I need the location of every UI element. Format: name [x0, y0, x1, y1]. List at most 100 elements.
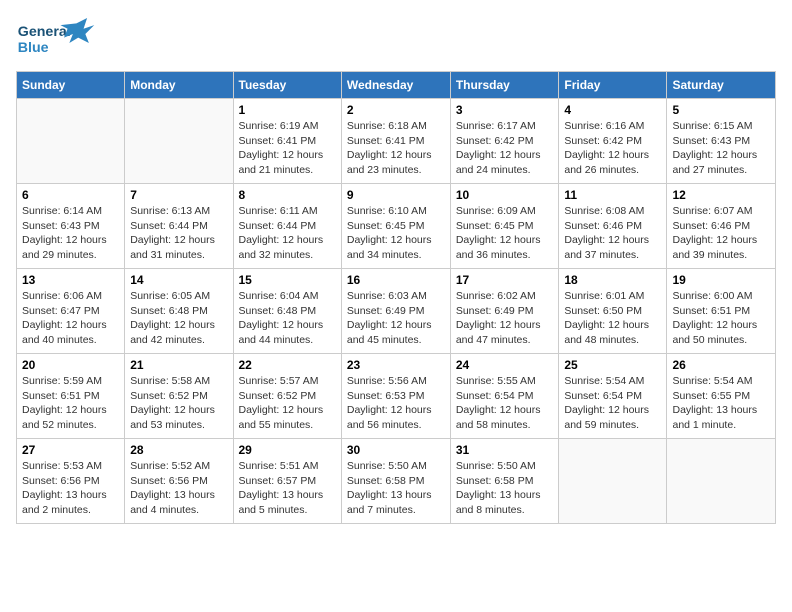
calendar-cell: 18 Sunrise: 6:01 AM Sunset: 6:50 PM Dayli…: [559, 269, 667, 354]
calendar-cell: 6Sunrise: 6:14 AM Sunset: 6:43 PM Daylig…: [17, 184, 125, 269]
day-number: 30: [347, 443, 445, 457]
day-info: Sunrise: 5:56 AM Sunset: 6:53 PM Dayligh…: [347, 374, 445, 433]
calendar-cell: 8Sunrise: 6:11 AM Sunset: 6:44 PM Daylig…: [233, 184, 341, 269]
day-number: 4: [564, 103, 661, 117]
day-number: 9: [347, 188, 445, 202]
day-info: Sunrise: 5:54 AM Sunset: 6:54 PM Dayligh…: [564, 374, 661, 433]
day-info: Sunrise: 5:59 AM Sunset: 6:51 PM Dayligh…: [22, 374, 119, 433]
day-number: 29: [239, 443, 336, 457]
day-info: Sunrise: 6:00 AM Sunset: 6:51 PM Dayligh…: [672, 289, 770, 348]
day-info: Sunrise: 6:07 AM Sunset: 6:46 PM Dayligh…: [672, 204, 770, 263]
calendar-cell: 26 Sunrise: 5:54 AM Sunset: 6:55 PM Dayli…: [667, 354, 776, 439]
calendar-header-row: SundayMondayTuesdayWednesdayThursdayFrid…: [17, 72, 776, 99]
day-number: 11: [564, 188, 661, 202]
day-number: 17: [456, 273, 554, 287]
calendar-cell: [17, 99, 125, 184]
day-info: Sunrise: 5:58 AM Sunset: 6:52 PM Dayligh…: [130, 374, 227, 433]
calendar-cell: 3 Sunrise: 6:17 AM Sunset: 6:42 PM Daylig…: [450, 99, 559, 184]
week-row-1: 1 Sunrise: 6:19 AM Sunset: 6:41 PM Daylig…: [17, 99, 776, 184]
svg-text:Blue: Blue: [18, 40, 49, 56]
calendar-cell: 11 Sunrise: 6:08 AM Sunset: 6:46 PM Dayli…: [559, 184, 667, 269]
day-number: 20: [22, 358, 119, 372]
day-info: Sunrise: 6:06 AM Sunset: 6:47 PM Dayligh…: [22, 289, 119, 348]
calendar-cell: 23 Sunrise: 5:56 AM Sunset: 6:53 PM Dayli…: [341, 354, 450, 439]
day-number: 28: [130, 443, 227, 457]
day-number: 31: [456, 443, 554, 457]
day-info: Sunrise: 6:13 AM Sunset: 6:44 PM Dayligh…: [130, 204, 227, 263]
day-number: 27: [22, 443, 119, 457]
logo: General Blue: [16, 16, 96, 61]
day-info: Sunrise: 5:53 AM Sunset: 6:56 PM Dayligh…: [22, 459, 119, 518]
day-info: Sunrise: 6:14 AM Sunset: 6:43 PM Dayligh…: [22, 204, 119, 263]
calendar-cell: [667, 439, 776, 524]
calendar-cell: [559, 439, 667, 524]
day-number: 25: [564, 358, 661, 372]
calendar-cell: 28 Sunrise: 5:52 AM Sunset: 6:56 PM Dayli…: [125, 439, 233, 524]
calendar-cell: 4Sunrise: 6:16 AM Sunset: 6:42 PM Daylig…: [559, 99, 667, 184]
day-info: Sunrise: 5:52 AM Sunset: 6:56 PM Dayligh…: [130, 459, 227, 518]
day-number: 1: [239, 103, 336, 117]
week-row-5: 27 Sunrise: 5:53 AM Sunset: 6:56 PM Dayli…: [17, 439, 776, 524]
day-header-tuesday: Tuesday: [233, 72, 341, 99]
calendar-cell: 14 Sunrise: 6:05 AM Sunset: 6:48 PM Dayli…: [125, 269, 233, 354]
day-info: Sunrise: 6:17 AM Sunset: 6:42 PM Dayligh…: [456, 119, 554, 178]
day-info: Sunrise: 5:54 AM Sunset: 6:55 PM Dayligh…: [672, 374, 770, 433]
day-info: Sunrise: 6:09 AM Sunset: 6:45 PM Dayligh…: [456, 204, 554, 263]
calendar-cell: 7 Sunrise: 6:13 AM Sunset: 6:44 PM Daylig…: [125, 184, 233, 269]
calendar-cell: 21 Sunrise: 5:58 AM Sunset: 6:52 PM Dayli…: [125, 354, 233, 439]
day-number: 22: [239, 358, 336, 372]
day-number: 14: [130, 273, 227, 287]
week-row-2: 6Sunrise: 6:14 AM Sunset: 6:43 PM Daylig…: [17, 184, 776, 269]
calendar-cell: 13Sunrise: 6:06 AM Sunset: 6:47 PM Dayli…: [17, 269, 125, 354]
calendar-cell: [125, 99, 233, 184]
week-row-3: 13Sunrise: 6:06 AM Sunset: 6:47 PM Dayli…: [17, 269, 776, 354]
page-header: General Blue: [16, 16, 776, 61]
day-number: 16: [347, 273, 445, 287]
calendar-cell: 27 Sunrise: 5:53 AM Sunset: 6:56 PM Dayli…: [17, 439, 125, 524]
day-number: 3: [456, 103, 554, 117]
day-number: 19: [672, 273, 770, 287]
day-info: Sunrise: 6:08 AM Sunset: 6:46 PM Dayligh…: [564, 204, 661, 263]
day-header-friday: Friday: [559, 72, 667, 99]
day-number: 18: [564, 273, 661, 287]
calendar-cell: 15Sunrise: 6:04 AM Sunset: 6:48 PM Dayli…: [233, 269, 341, 354]
day-info: Sunrise: 6:18 AM Sunset: 6:41 PM Dayligh…: [347, 119, 445, 178]
day-number: 5: [672, 103, 770, 117]
calendar-cell: 20 Sunrise: 5:59 AM Sunset: 6:51 PM Dayli…: [17, 354, 125, 439]
day-info: Sunrise: 6:19 AM Sunset: 6:41 PM Dayligh…: [239, 119, 336, 178]
day-header-wednesday: Wednesday: [341, 72, 450, 99]
day-number: 2: [347, 103, 445, 117]
week-row-4: 20 Sunrise: 5:59 AM Sunset: 6:51 PM Dayli…: [17, 354, 776, 439]
calendar-cell: 12Sunrise: 6:07 AM Sunset: 6:46 PM Dayli…: [667, 184, 776, 269]
logo-icon: General Blue: [16, 16, 96, 61]
day-number: 21: [130, 358, 227, 372]
calendar-cell: 2 Sunrise: 6:18 AM Sunset: 6:41 PM Daylig…: [341, 99, 450, 184]
day-number: 8: [239, 188, 336, 202]
calendar-cell: 25 Sunrise: 5:54 AM Sunset: 6:54 PM Dayli…: [559, 354, 667, 439]
day-info: Sunrise: 6:03 AM Sunset: 6:49 PM Dayligh…: [347, 289, 445, 348]
day-info: Sunrise: 5:55 AM Sunset: 6:54 PM Dayligh…: [456, 374, 554, 433]
day-info: Sunrise: 6:05 AM Sunset: 6:48 PM Dayligh…: [130, 289, 227, 348]
day-header-monday: Monday: [125, 72, 233, 99]
day-number: 7: [130, 188, 227, 202]
day-header-saturday: Saturday: [667, 72, 776, 99]
day-header-sunday: Sunday: [17, 72, 125, 99]
day-info: Sunrise: 6:01 AM Sunset: 6:50 PM Dayligh…: [564, 289, 661, 348]
day-info: Sunrise: 6:02 AM Sunset: 6:49 PM Dayligh…: [456, 289, 554, 348]
calendar-cell: 29 Sunrise: 5:51 AM Sunset: 6:57 PM Dayli…: [233, 439, 341, 524]
calendar-cell: 1 Sunrise: 6:19 AM Sunset: 6:41 PM Daylig…: [233, 99, 341, 184]
day-info: Sunrise: 6:04 AM Sunset: 6:48 PM Dayligh…: [239, 289, 336, 348]
day-info: Sunrise: 5:51 AM Sunset: 6:57 PM Dayligh…: [239, 459, 336, 518]
day-number: 26: [672, 358, 770, 372]
calendar-cell: 17 Sunrise: 6:02 AM Sunset: 6:49 PM Dayli…: [450, 269, 559, 354]
calendar-cell: 24 Sunrise: 5:55 AM Sunset: 6:54 PM Dayli…: [450, 354, 559, 439]
calendar-cell: 31Sunrise: 5:50 AM Sunset: 6:58 PM Dayli…: [450, 439, 559, 524]
day-number: 24: [456, 358, 554, 372]
calendar-cell: 5Sunrise: 6:15 AM Sunset: 6:43 PM Daylig…: [667, 99, 776, 184]
calendar-cell: 19 Sunrise: 6:00 AM Sunset: 6:51 PM Dayli…: [667, 269, 776, 354]
day-number: 23: [347, 358, 445, 372]
day-info: Sunrise: 6:10 AM Sunset: 6:45 PM Dayligh…: [347, 204, 445, 263]
calendar-table: SundayMondayTuesdayWednesdayThursdayFrid…: [16, 71, 776, 524]
calendar-cell: 9 Sunrise: 6:10 AM Sunset: 6:45 PM Daylig…: [341, 184, 450, 269]
calendar-cell: 16 Sunrise: 6:03 AM Sunset: 6:49 PM Dayli…: [341, 269, 450, 354]
